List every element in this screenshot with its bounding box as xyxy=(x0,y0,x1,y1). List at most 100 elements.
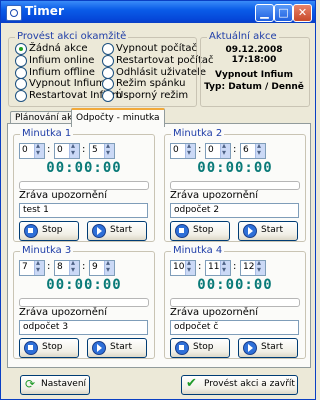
nastaveni-label: Nastavení xyxy=(41,379,87,389)
timer-app-icon xyxy=(6,5,22,21)
minutes-spinner[interactable]: 0 xyxy=(205,141,231,159)
countdown-progress-bar xyxy=(19,298,149,307)
seconds-value: 5 xyxy=(92,145,98,155)
start-label: Start xyxy=(261,225,283,235)
hours-value: 0 xyxy=(173,145,179,155)
radio-label: Úsporný režim xyxy=(116,90,189,102)
settings-refresh-icon: ⟳ xyxy=(25,377,36,391)
title-bar[interactable]: Timer ▁ □ ✕ xyxy=(1,1,315,23)
nastaveni-button[interactable]: ⟳ Nastavení xyxy=(20,375,90,395)
radio-circle-icon xyxy=(102,54,114,67)
spinner-arrows-icon[interactable] xyxy=(104,258,114,275)
zprava-input[interactable]: odpočet 2 xyxy=(170,203,299,218)
akce-group-title: Provést akci okamžitě xyxy=(15,31,129,42)
start-button[interactable]: Start xyxy=(238,221,298,241)
aktualni-datetime: 09.12.2008 17:18:00 xyxy=(225,45,283,65)
minutes-spinner[interactable]: 0 xyxy=(54,141,80,159)
countdown-display: 00:00:00 xyxy=(197,277,273,293)
radio-label: Žádná akce xyxy=(29,43,88,54)
minutes-value: 11 xyxy=(208,262,220,272)
aktualni-action-text: Vypnout Infium Typ: Datum / Denně xyxy=(201,69,307,93)
seconds-spinner[interactable]: 12 xyxy=(240,258,266,276)
timer-window: Timer ▁ □ ✕ Provést akci okamžitě Žádná … xyxy=(0,0,316,400)
minimize-button[interactable]: ▁ xyxy=(255,4,274,22)
spinner-arrows-icon[interactable] xyxy=(69,141,79,158)
hours-value: 10 xyxy=(173,262,185,272)
zprava-label: Zráva upozornění xyxy=(19,307,108,318)
start-button[interactable]: Start xyxy=(238,338,298,358)
minutka-1: Minutka 1 0 : 0 : 5 00:00:00 Zráva upozo… xyxy=(13,128,155,242)
minutes-value: 0 xyxy=(208,145,214,155)
tab-odpocty-minutka[interactable]: Odpočty - minutka xyxy=(71,108,165,127)
stop-button[interactable]: Stop xyxy=(170,221,230,241)
start-label: Start xyxy=(261,342,283,352)
spinner-arrows-icon[interactable] xyxy=(255,258,265,275)
zprava-input[interactable]: odpočet 3 xyxy=(19,320,148,335)
start-button[interactable]: Start xyxy=(87,338,147,358)
play-icon xyxy=(243,224,257,238)
minutes-spinner[interactable]: 8 xyxy=(54,258,80,276)
spinner-arrows-icon[interactable] xyxy=(34,258,44,275)
checkmark-icon: ✔ xyxy=(186,376,197,391)
colon-separator: : xyxy=(198,144,202,155)
aktualni-akce-title: Aktuální akce xyxy=(207,31,279,42)
seconds-spinner[interactable]: 9 xyxy=(89,258,115,276)
minutka-title: Minutka 4 xyxy=(171,245,225,256)
colon-separator: : xyxy=(82,261,86,272)
zprava-input[interactable]: test 1 xyxy=(19,203,148,218)
hours-value: 0 xyxy=(22,145,28,155)
stop-icon xyxy=(175,224,189,238)
stop-button[interactable]: Stop xyxy=(19,221,79,241)
start-label: Start xyxy=(110,342,132,352)
stop-button[interactable]: Stop xyxy=(19,338,79,358)
spinner-arrows-icon[interactable] xyxy=(185,141,195,158)
minutes-spinner[interactable]: 11 xyxy=(205,258,231,276)
radio-circle-icon xyxy=(15,66,27,79)
seconds-value: 6 xyxy=(243,145,249,155)
countdown-progress-bar xyxy=(170,181,300,190)
provest-akci-zavrit-button[interactable]: ✔ Provést akci a zavřít xyxy=(181,375,298,395)
maximize-button[interactable]: □ xyxy=(274,4,293,22)
start-button[interactable]: Start xyxy=(87,221,147,241)
radio-label: Infium online xyxy=(29,54,95,66)
radio-label: Vypnout počítač xyxy=(116,43,198,54)
minutes-value: 8 xyxy=(57,262,63,272)
colon-separator: : xyxy=(82,144,86,155)
zprava-input[interactable]: odpočet č xyxy=(170,320,299,335)
countdown-progress-bar xyxy=(170,298,300,307)
countdown-display: 00:00:00 xyxy=(46,160,122,176)
seconds-value: 12 xyxy=(243,262,255,272)
colon-separator: : xyxy=(198,261,202,272)
spinner-arrows-icon[interactable] xyxy=(34,141,44,158)
hours-spinner[interactable]: 10 xyxy=(170,258,196,276)
colon-separator: : xyxy=(233,144,237,155)
hours-spinner[interactable]: 0 xyxy=(170,141,196,159)
stop-label: Stop xyxy=(42,225,63,235)
stop-button[interactable]: Stop xyxy=(170,338,230,358)
seconds-spinner[interactable]: 6 xyxy=(240,141,266,159)
spinner-arrows-icon[interactable] xyxy=(220,141,230,158)
spinner-arrows-icon[interactable] xyxy=(104,141,114,158)
start-label: Start xyxy=(110,225,132,235)
seconds-value: 9 xyxy=(92,262,98,272)
zprava-label: Zráva upozornění xyxy=(19,190,108,201)
provest-akci-label: Provést akci a zavřít xyxy=(204,379,295,389)
minutka-2: Minutka 2 0 : 0 : 6 00:00:00 Zráva upozo… xyxy=(164,128,306,242)
play-icon xyxy=(92,224,106,238)
stop-label: Stop xyxy=(42,342,63,352)
spinner-arrows-icon[interactable] xyxy=(69,258,79,275)
stop-icon xyxy=(175,341,189,355)
spinner-arrows-icon[interactable] xyxy=(255,141,265,158)
spinner-arrows-icon[interactable] xyxy=(185,258,195,275)
countdown-display: 00:00:00 xyxy=(46,277,122,293)
seconds-spinner[interactable]: 5 xyxy=(89,141,115,159)
radio-circle-icon xyxy=(102,66,114,79)
stop-label: Stop xyxy=(193,225,214,235)
close-button[interactable]: ✕ xyxy=(293,4,312,22)
colon-separator: : xyxy=(47,144,51,155)
radio-label: Vypnout Infium xyxy=(29,78,106,90)
hours-spinner[interactable]: 7 xyxy=(19,258,45,276)
spinner-arrows-icon[interactable] xyxy=(220,258,230,275)
stop-icon xyxy=(24,224,38,238)
hours-spinner[interactable]: 0 xyxy=(19,141,45,159)
